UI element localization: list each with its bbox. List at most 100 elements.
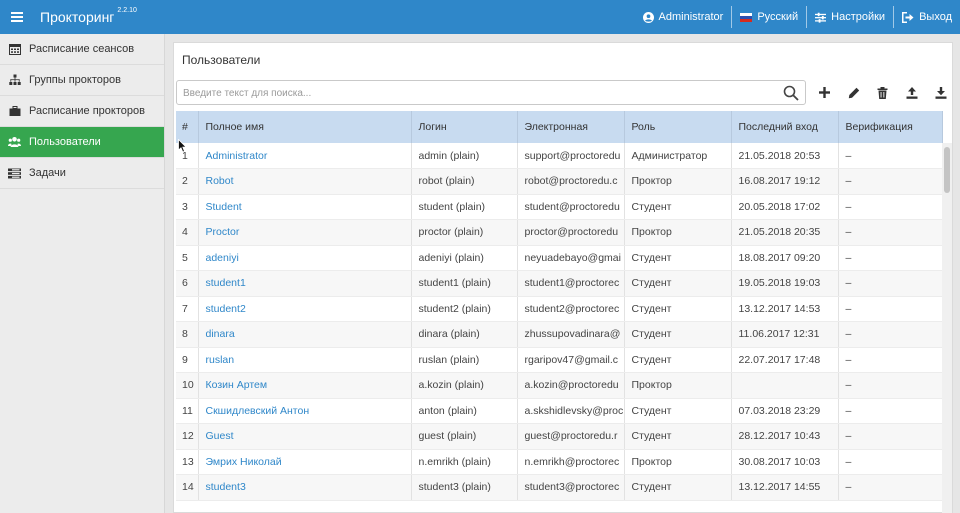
mouse-cursor-icon [178, 139, 188, 153]
user-role: Студент [624, 245, 732, 271]
column-header-role[interactable]: Роль [624, 111, 732, 143]
sidebar-item-session-schedule[interactable]: Расписание сеансов [0, 34, 164, 65]
user-last-login: 21.05.2018 20:53 [731, 143, 839, 169]
user-login: proctor (plain) [411, 219, 518, 246]
table-row[interactable]: 4 Proctor proctor (plain) proctor@proctored… [176, 219, 943, 246]
user-login: n.emrikh (plain) [411, 449, 518, 475]
user-full-name-link[interactable]: dinara [198, 321, 412, 348]
pencil-icon [848, 87, 859, 98]
add-button[interactable] [810, 80, 839, 105]
user-email: neyuadebayo@gmai [517, 245, 625, 271]
settings-link[interactable]: Настройки [807, 0, 893, 34]
table-row[interactable]: 1 Administrator admin (plain) support@proct… [176, 143, 943, 169]
plus-icon [819, 87, 830, 98]
user-email: student3@proctorec [517, 474, 625, 501]
table-row[interactable]: 12 Guest guest (plain) guest@proctoredu.r Ст… [176, 423, 943, 450]
row-number: 4 [176, 219, 199, 246]
top-navbar: Прокторинг 2.2.10 Administrator Русский [0, 0, 960, 34]
user-full-name-link[interactable]: Эмрих Николай [198, 449, 412, 475]
table-scrollbar[interactable] [942, 143, 952, 513]
user-verification: – [838, 270, 943, 297]
app-title[interactable]: Прокторинг 2.2.10 [40, 7, 137, 25]
table-row[interactable]: 3 Student student (plain) student@proctored… [176, 194, 943, 220]
page-title: Пользователи [182, 53, 261, 67]
user-verification: – [838, 143, 943, 169]
scrollbar-thumb[interactable] [944, 147, 950, 193]
sidebar-item-proctor-schedule[interactable]: Расписание прокторов [0, 96, 164, 127]
table-row[interactable]: 14 student3 student3 (plain) student3@proct… [176, 474, 943, 501]
user-full-name-link[interactable]: student1 [198, 270, 412, 297]
table-row[interactable]: 5 adeniyi adeniyi (plain) neyuadebayo@gmai С… [176, 245, 943, 271]
user-last-login: 13.12.2017 14:53 [731, 296, 839, 322]
user-last-login: 21.05.2018 20:35 [731, 219, 839, 246]
sidebar-item-label: Расписание сеансов [29, 43, 135, 55]
user-role: Студент [624, 270, 732, 297]
table-row[interactable]: 9 ruslan ruslan (plain) rgaripov47@gmail.c С… [176, 347, 943, 373]
language-label: Русский [757, 11, 799, 23]
menu-toggle-button[interactable] [0, 0, 34, 34]
user-name: Administrator [658, 11, 724, 23]
column-header-verification[interactable]: Верификация [838, 111, 943, 143]
user-full-name-link[interactable]: Козин Артем [198, 372, 412, 399]
user-last-login: 07.03.2018 23:29 [731, 398, 839, 424]
user-full-name-link[interactable]: Student [198, 194, 412, 220]
table-row[interactable]: 13 Эмрих Николай n.emrikh (plain) n.emrikh@… [176, 449, 943, 475]
row-number: 6 [176, 270, 199, 297]
user-verification: – [838, 296, 943, 322]
search-box [176, 80, 806, 105]
download-button[interactable] [926, 80, 955, 105]
user-full-name-link[interactable]: student2 [198, 296, 412, 322]
user-full-name-link[interactable]: Robot [198, 168, 412, 195]
edit-button[interactable] [839, 80, 868, 105]
user-full-name-link[interactable]: Proctor [198, 219, 412, 246]
table-row[interactable]: 8 dinara dinara (plain) zhussupovadinara@ Ст… [176, 321, 943, 348]
user-menu[interactable]: Administrator [635, 0, 732, 34]
column-header-last-login[interactable]: Последний вход [731, 111, 839, 143]
upload-button[interactable] [897, 80, 926, 105]
table-row[interactable]: 11 Скшидлевский Антон anton (plain) a.skshi… [176, 398, 943, 424]
table-row[interactable]: 10 Козин Артем a.kozin (plain) a.kozin@proc… [176, 372, 943, 399]
sidebar-item-users[interactable]: Пользователи [0, 127, 164, 158]
search-input[interactable] [183, 85, 773, 101]
users-table-body: 1 Administrator admin (plain) support@proct… [176, 143, 943, 501]
table-row[interactable]: 6 student1 student1 (plain) student1@procto… [176, 270, 943, 297]
user-full-name-link[interactable]: student3 [198, 474, 412, 501]
user-last-login: 30.08.2017 10:03 [731, 449, 839, 475]
user-email: a.skshidlevsky@proc [517, 398, 625, 424]
logout-link[interactable]: Выход [894, 0, 960, 34]
sidebar-item-proctor-groups[interactable]: Группы прокторов [0, 65, 164, 96]
user-verification: – [838, 245, 943, 271]
user-login: student2 (plain) [411, 296, 518, 322]
user-full-name-link[interactable]: ruslan [198, 347, 412, 373]
upload-icon [906, 86, 917, 99]
column-header-login[interactable]: Логин [411, 111, 518, 143]
user-login: ruslan (plain) [411, 347, 518, 373]
sign-out-icon [902, 11, 914, 23]
user-login: student1 (plain) [411, 270, 518, 297]
user-full-name-link[interactable]: Скшидлевский Антон [198, 398, 412, 424]
user-role: Студент [624, 194, 732, 220]
table-row[interactable]: 2 Robot robot (plain) robot@proctoredu.c Про… [176, 168, 943, 195]
column-header-full-name[interactable]: Полное имя [198, 111, 412, 143]
user-role: Проктор [624, 372, 732, 399]
user-full-name-link[interactable]: adeniyi [198, 245, 412, 271]
user-login: robot (plain) [411, 168, 518, 195]
language-selector[interactable]: Русский [732, 0, 806, 34]
table-toolbar [810, 80, 955, 105]
user-verification: – [838, 372, 943, 399]
table-row[interactable]: 7 student2 student2 (plain) student2@procto… [176, 296, 943, 322]
search-icon[interactable] [783, 85, 799, 101]
user-last-login [731, 372, 839, 399]
row-number: 12 [176, 423, 199, 450]
users-panel: Пользователи Введите текст для поиска...… [173, 42, 953, 513]
app-name: Прокторинг [40, 9, 115, 25]
delete-button[interactable] [868, 80, 897, 105]
user-full-name-link[interactable]: Administrator [198, 143, 412, 169]
row-number: 3 [176, 194, 199, 220]
column-header-email[interactable]: Электронная [517, 111, 625, 143]
user-verification: – [838, 398, 943, 424]
sitemap-icon [8, 74, 21, 87]
user-last-login: 16.08.2017 19:12 [731, 168, 839, 195]
user-full-name-link[interactable]: Guest [198, 423, 412, 450]
sidebar-item-tasks[interactable]: Задачи [0, 158, 164, 189]
